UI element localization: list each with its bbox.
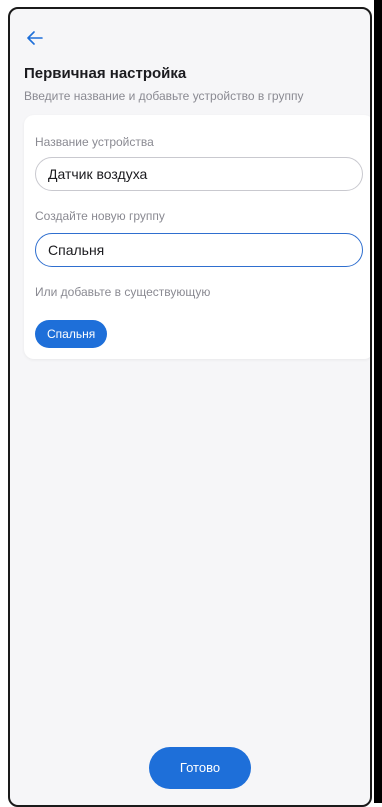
existing-group-label: Или добавьте в существующую	[35, 285, 211, 299]
screen-edge	[374, 0, 382, 803]
new-group-input[interactable]	[35, 233, 363, 267]
app-screen: Первичная настройка Введите название и д…	[8, 7, 372, 807]
device-name-input[interactable]	[35, 157, 363, 191]
arrow-left-icon	[27, 31, 43, 45]
done-button[interactable]: Готово	[149, 747, 251, 789]
device-name-label: Название устройства	[35, 135, 154, 149]
setup-card: Название устройства Создайте новую групп…	[24, 115, 370, 359]
page-title: Первичная настройка	[24, 65, 187, 82]
page-subtitle: Введите название и добавьте устройство в…	[24, 89, 304, 103]
back-button[interactable]	[24, 27, 46, 49]
group-chip-bedroom[interactable]: Спальня	[35, 320, 108, 348]
new-group-label: Создайте новую группу	[35, 209, 165, 223]
